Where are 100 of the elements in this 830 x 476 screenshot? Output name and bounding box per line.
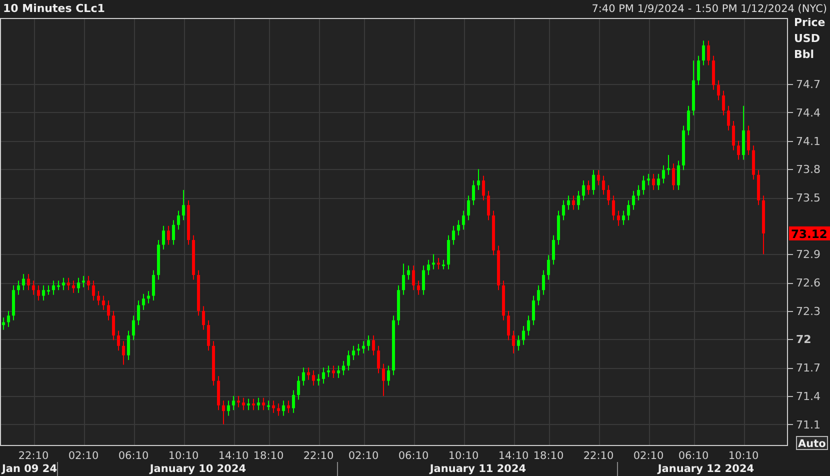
axis-tick [788,368,794,369]
candlestick [82,276,85,288]
candlestick [642,176,645,195]
candlestick [172,220,175,245]
axis-tick [788,339,794,340]
candlestick [717,80,720,100]
candlestick [667,155,670,175]
date-label: January 12 2024 [658,463,754,475]
candlestick [297,376,300,400]
candlestick [22,274,25,290]
candlestick [257,398,260,410]
candlestick [727,106,730,130]
candlestick [597,170,600,186]
candlestick [152,270,155,300]
axis-label: 74.7 [796,78,820,92]
axis-label: 22:10 [583,450,614,462]
axis-tick [788,141,794,142]
date-label: January 10 2024 [150,463,246,475]
auto-button[interactable]: Auto [796,436,828,450]
candlestick [562,200,565,220]
candlestick [367,335,370,351]
axis-label: 06:10 [398,450,429,462]
candlestick [722,90,725,116]
axis-tick [788,169,794,170]
candlestick [617,210,620,226]
candlestick [627,200,630,220]
candlestick [182,190,185,220]
candlestick [77,278,80,293]
candlestick [237,396,240,408]
axis-tick [788,396,794,397]
candlestick [657,174,660,190]
candlestick [487,190,490,220]
candlestick [197,270,200,316]
candlestick [612,196,615,220]
axis-label: 73.8 [796,163,820,176]
axis-label: 02:10 [633,450,664,462]
candlestick [132,316,135,340]
candlestick [762,196,765,254]
candlestick [647,174,650,186]
candlestick [452,226,455,245]
candlestick [37,285,40,300]
candlestick [162,226,165,250]
candlestick [522,326,525,345]
axis-label: 18:10 [253,450,284,462]
axis-tick [788,424,794,425]
candlestick [682,126,685,170]
candlestick [177,210,180,230]
axis-label: 14:10 [218,450,249,462]
candlestick [62,278,65,290]
candlestick [12,285,15,320]
candlestick [222,400,225,424]
axis-label: 02:10 [68,450,99,462]
candlestick [52,280,55,295]
candlestick [392,316,395,376]
candlestick [17,280,20,295]
candlestick [547,255,550,280]
axis-label: 71.7 [796,362,820,375]
candlestick [457,220,460,236]
candlestick [302,368,305,386]
candlestick [67,278,70,290]
candlestick [532,296,535,326]
candlestick [707,40,710,66]
candlestick [572,196,575,210]
candlestick [262,398,265,410]
candlestick [752,146,755,180]
candlestick [57,280,60,290]
axis-label: 06:10 [678,450,709,462]
candlestick [277,403,280,416]
axis-label: 72.3 [796,304,820,318]
candlestick [512,330,515,354]
candlestick [557,210,560,245]
candlestick [467,196,470,220]
candlestick [112,310,115,340]
candlestick [622,210,625,225]
candlestick [382,364,385,396]
candlestick [662,165,665,184]
candlestick [87,276,90,290]
candlestick [632,190,635,210]
candlestick [317,374,320,386]
candlestick [252,398,255,410]
axis-tick [788,84,794,85]
candlestick [272,400,275,413]
axis-label: 10:10 [168,450,199,462]
candlestick [462,210,465,230]
candlestick [287,400,290,413]
candlestick [587,180,590,195]
date-label: Jan 09 24 [2,463,58,475]
candlestick [537,285,540,306]
candlestick [32,280,35,295]
axis-label: 71.4 [796,390,820,403]
candlestick [2,318,5,330]
candlestick [517,335,520,351]
candlestick [422,266,425,295]
candlestick [117,330,120,351]
candlestick [207,320,210,351]
candlestick [202,306,205,330]
candlestick [472,180,475,206]
candlestick [692,60,695,116]
candlestick [437,258,440,270]
candlestick [672,164,675,190]
